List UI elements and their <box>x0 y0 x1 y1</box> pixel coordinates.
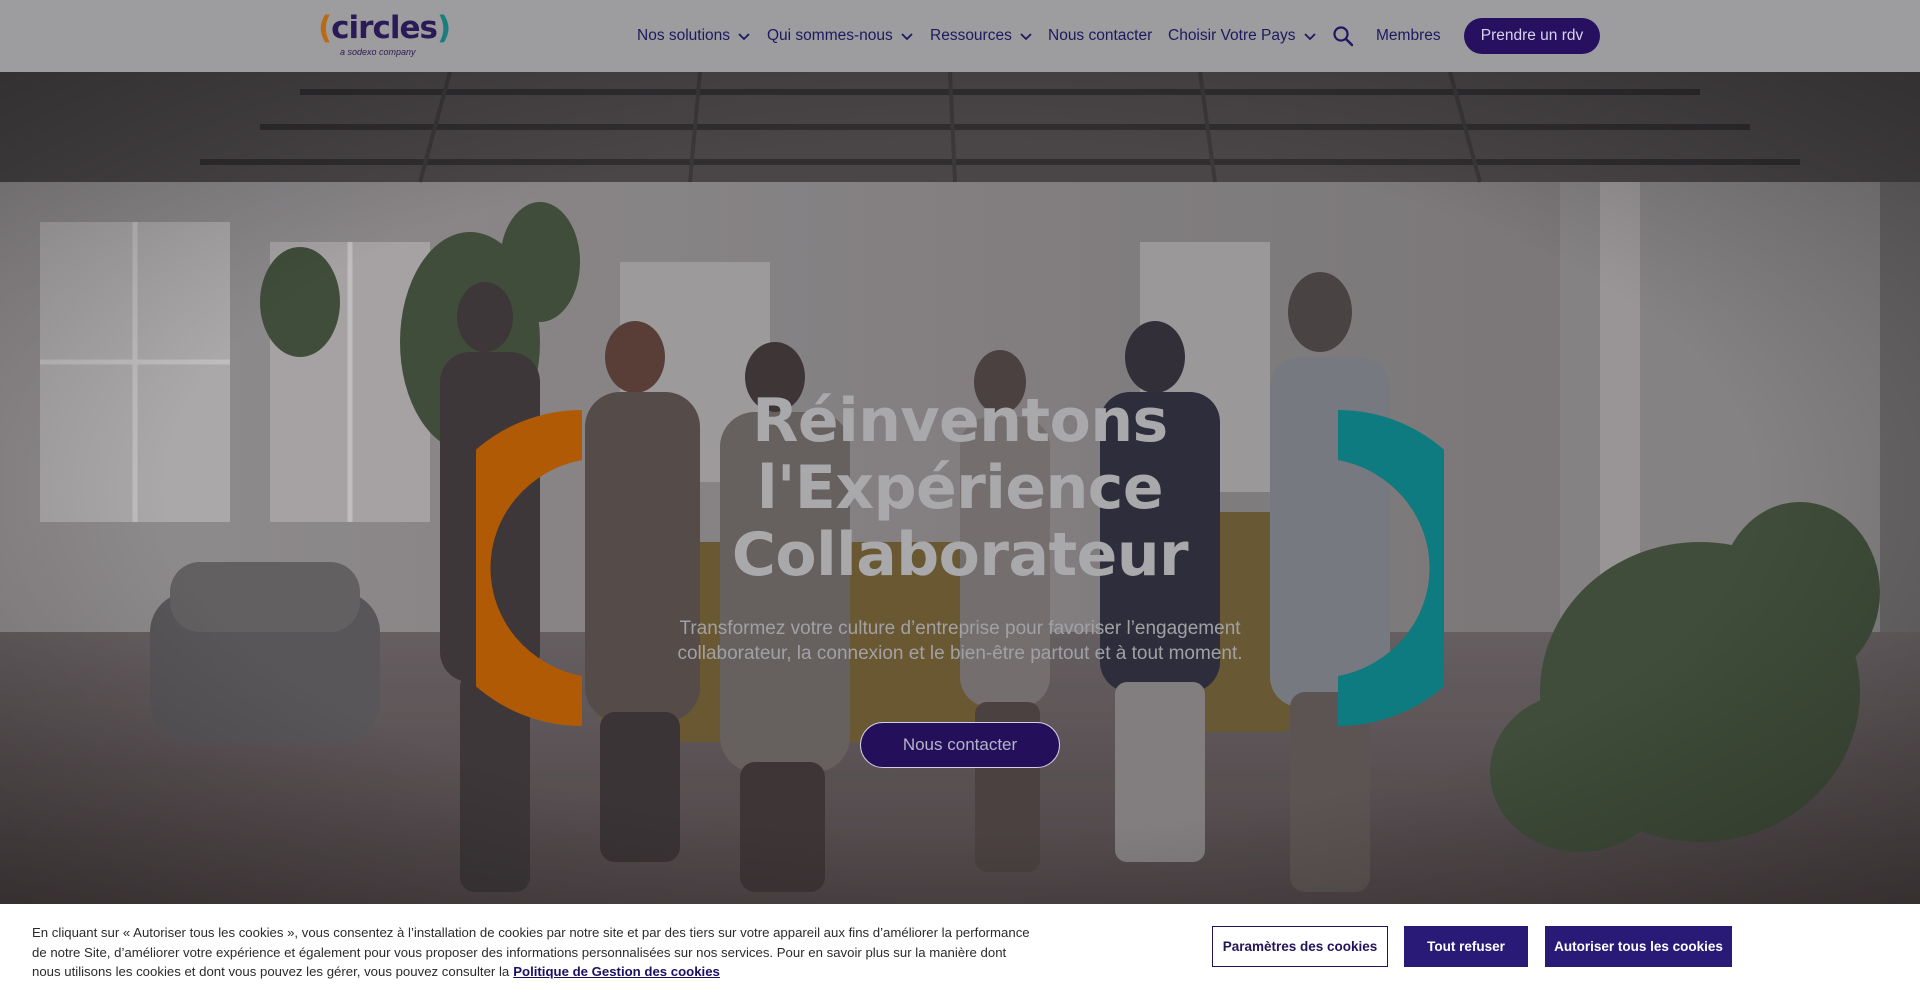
hero-subtitle-line: collaborateur, la connexion et le bien-ê… <box>677 643 1243 664</box>
nav-item-label: Nous contacter <box>1048 27 1153 44</box>
hero-section: Réinventons l'Expérience Collaborateur T… <box>0 72 1920 904</box>
cookie-message: En cliquant sur « Autoriser tous les coo… <box>32 923 1062 982</box>
hero-title-line: Collaborateur <box>731 520 1189 590</box>
nav-item-label: Qui sommes-nous <box>767 27 893 44</box>
hero-subtitle: Transformez votre culture d’entreprise p… <box>640 616 1280 666</box>
nav-item-ressources[interactable]: Ressources <box>930 0 1034 72</box>
nav-item-nous-contacter[interactable]: Nous contacter <box>1048 0 1152 72</box>
nav-item-label: Nos solutions <box>637 27 731 44</box>
teal-arc-decoration <box>1338 410 1444 726</box>
hero-title: Réinventons l'Expérience Collaborateur <box>660 388 1260 589</box>
logo-wordmark: (circles) <box>318 10 451 46</box>
nav-item-qui-sommes-nous[interactable]: Qui sommes-nous <box>767 0 915 72</box>
nav-item-choisir-pays[interactable]: Choisir Votre Pays <box>1168 0 1318 72</box>
members-link[interactable]: Membres <box>1376 0 1441 72</box>
circles-logo[interactable]: (circles) a sodexo company <box>318 10 451 60</box>
cookie-message-line-last: nous utilisons les cookies et dont vous … <box>32 962 1062 982</box>
nav-item-label: Choisir Votre Pays <box>1168 27 1296 44</box>
chevron-down-icon <box>1303 33 1316 41</box>
chevron-down-icon <box>1020 33 1032 41</box>
search-icon[interactable] <box>1331 24 1355 48</box>
orange-arc-shape <box>476 410 582 726</box>
cookie-message-line: de notre Site, d’améliorer votre expérie… <box>32 944 1007 960</box>
hero-subtitle-line: Transformez votre culture d’entreprise p… <box>679 618 1241 639</box>
cookie-message-line: nous utilisons les cookies et dont vous … <box>32 964 510 979</box>
hero-contact-button[interactable]: Nous contacter <box>860 722 1060 768</box>
cookie-settings-button[interactable]: Paramètres des cookies <box>1212 926 1388 967</box>
nav-item-label: Ressources <box>930 27 1012 44</box>
site-header: (circles) a sodexo company Nos solutions… <box>0 0 1920 72</box>
cookie-policy-link[interactable]: Politique de Gestion des cookies <box>513 964 720 979</box>
orange-arc-decoration <box>476 410 582 726</box>
refuse-all-cookies-button[interactable]: Tout refuser <box>1404 926 1528 967</box>
accept-all-cookies-button[interactable]: Autoriser tous les cookies <box>1545 926 1732 967</box>
book-appointment-button[interactable]: Prendre un rdv <box>1464 18 1600 54</box>
cookie-message-line: En cliquant sur « Autoriser tous les coo… <box>32 925 1030 940</box>
cookie-banner: En cliquant sur « Autoriser tous les coo… <box>0 904 1920 993</box>
nav-item-nos-solutions[interactable]: Nos solutions <box>637 0 752 72</box>
teal-arc-shape <box>1338 410 1444 726</box>
hero-title-line: l'Expérience <box>756 453 1164 523</box>
hero-title-line: Réinventons <box>752 386 1168 456</box>
members-label: Membres <box>1376 27 1441 44</box>
chevron-down-icon <box>738 33 750 41</box>
chevron-down-icon <box>901 33 913 41</box>
logo-tagline: a sodexo company <box>340 47 416 57</box>
